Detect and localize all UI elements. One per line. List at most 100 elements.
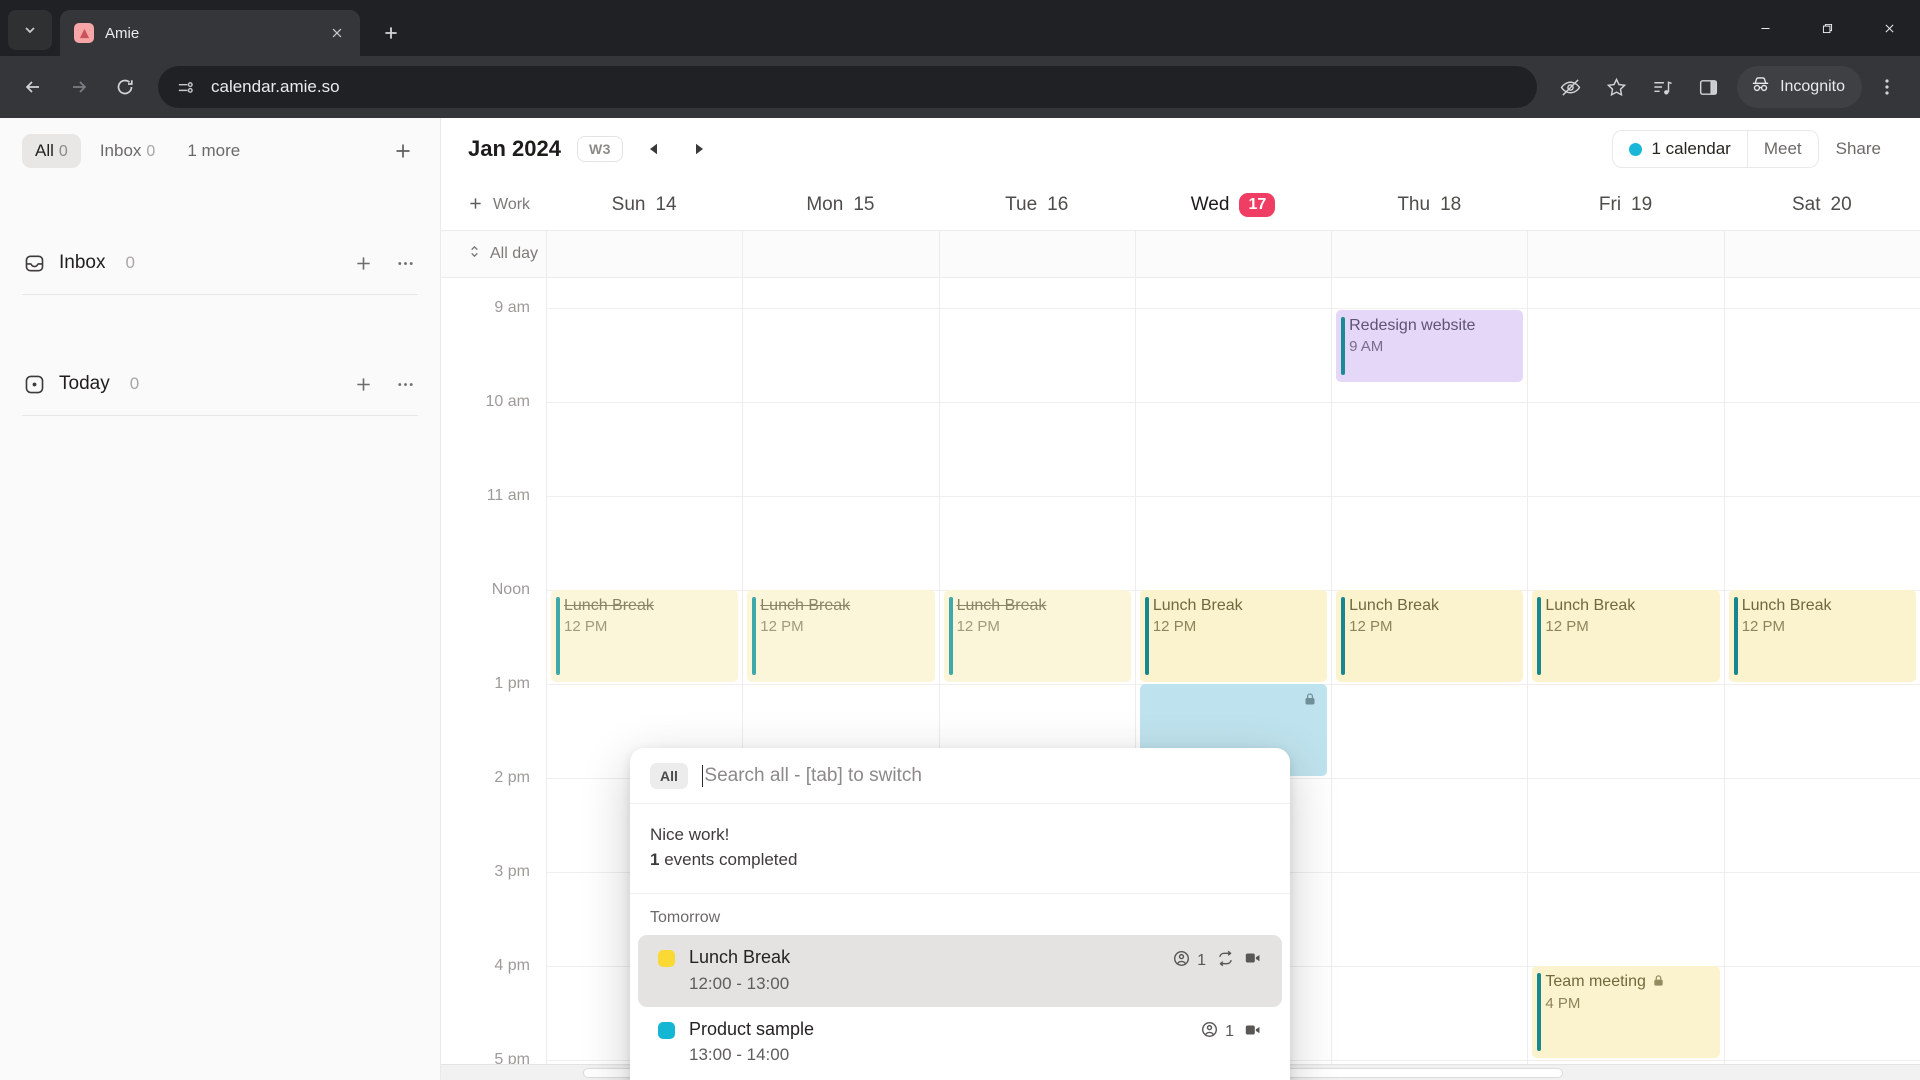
search-input-wrap[interactable]: Search all - [tab] to switch — [701, 764, 1270, 787]
all-day-cell[interactable] — [1527, 231, 1723, 277]
calendar-count-label: 1 calendar — [1651, 139, 1731, 158]
share-button[interactable]: Share — [1819, 131, 1898, 167]
day-header-thu-18[interactable]: Thu 18 — [1331, 180, 1527, 230]
calendar-event[interactable]: Lunch Break 12 PM — [943, 590, 1131, 682]
add-work-event-icon[interactable] — [468, 196, 483, 215]
forward-icon[interactable] — [58, 66, 100, 108]
event-title: Lunch Break — [1545, 597, 1636, 614]
reading-list-icon[interactable] — [1641, 66, 1683, 108]
tracking-protection-icon[interactable] — [1549, 66, 1591, 108]
calendar-event[interactable]: Lunch Break 12 PM — [1728, 590, 1916, 682]
calendar-event-team-meeting[interactable]: Team meeting 4 PM — [1532, 966, 1720, 1058]
day-header-sat-20[interactable]: Sat 20 — [1724, 180, 1920, 230]
sidebar-item-today-actions — [350, 371, 418, 397]
profile-incognito-button[interactable]: Incognito — [1737, 66, 1862, 108]
grid-line — [743, 496, 939, 497]
sidebar-tab-more[interactable]: 1 more — [174, 134, 253, 168]
event-title: Lunch Break — [1349, 597, 1439, 614]
day-header-mon-15[interactable]: Mon 15 — [742, 180, 938, 230]
browser-toolbar: calendar.amie.so Incognito — [0, 56, 1920, 118]
calendar-event[interactable]: Lunch Break 12 PM — [747, 590, 935, 682]
sidebar-add-icon[interactable] — [388, 136, 418, 166]
search-result-lunch-break[interactable]: Lunch Break 12:00 - 13:00 1 — [638, 935, 1282, 1007]
event-color-swatch — [658, 1021, 675, 1039]
day-name: Sat — [1791, 194, 1821, 215]
all-day-cell[interactable] — [938, 231, 1135, 277]
day-header-sun-14[interactable]: Sun 14 — [546, 180, 742, 230]
back-icon[interactable] — [12, 66, 54, 108]
calendar-event[interactable]: Lunch Break 12 PM — [1532, 590, 1720, 682]
result-text: Lunch Break 12:00 - 13:00 — [689, 946, 1159, 993]
sidebar-tab-all-count: 0 — [58, 143, 68, 160]
search-bar[interactable]: All Search all - [tab] to switch — [630, 748, 1290, 804]
event-color-bar — [1341, 597, 1346, 675]
grid-line — [743, 684, 939, 685]
all-day-cell[interactable] — [1331, 231, 1527, 277]
day-header-tue-16[interactable]: Tue 16 — [939, 180, 1135, 230]
sidebar-tab-inbox-label: Inbox — [99, 141, 142, 160]
calendar-event[interactable]: Lunch Break 12 PM — [1336, 590, 1524, 682]
video-camera-icon — [1244, 1021, 1262, 1044]
search-command-modal: All Search all - [tab] to switch Nice wo… — [630, 748, 1290, 1080]
event-color-bar — [1537, 973, 1542, 1051]
day-header-fri-19[interactable]: Fri 19 — [1527, 180, 1723, 230]
day-header-wed-17[interactable]: Wed 17 — [1135, 180, 1331, 230]
event-color-bar — [556, 597, 560, 675]
sidebar-item-inbox[interactable]: Inbox 0 — [22, 232, 418, 294]
all-day-toggle[interactable]: All day — [441, 231, 546, 277]
grid-line — [1332, 1060, 1528, 1061]
work-calendar-toggle[interactable]: Work — [441, 180, 546, 230]
day-column-sat-20[interactable]: Lunch Break 12 PM — [1723, 278, 1920, 1064]
inbox-more-icon[interactable] — [392, 250, 418, 276]
calendar-event[interactable]: Lunch Break 12 PM — [1139, 590, 1328, 682]
reload-icon[interactable] — [104, 66, 146, 108]
all-day-cell[interactable] — [546, 231, 742, 277]
prev-week-button[interactable] — [639, 134, 669, 164]
site-settings-icon[interactable] — [172, 74, 198, 100]
day-number: 19 — [1631, 194, 1653, 215]
all-day-cell[interactable] — [1134, 231, 1331, 277]
event-title: Lunch Break — [760, 597, 851, 614]
today-more-icon[interactable] — [392, 371, 418, 397]
all-day-cell[interactable] — [1723, 231, 1920, 277]
add-to-inbox-icon[interactable] — [350, 250, 376, 276]
next-week-button[interactable] — [685, 134, 715, 164]
sidebar-filter-tabs: All 0 Inbox 0 1 more — [0, 118, 440, 174]
day-header-row: Work Sun 14 Mon 15 Tue 16 Wed 17 Thu 18 … — [441, 180, 1920, 230]
chevron-down-icon[interactable] — [8, 10, 52, 50]
new-tab-button[interactable] — [374, 16, 408, 50]
close-icon[interactable] — [324, 20, 350, 46]
sidebar-tab-all[interactable]: All 0 — [22, 134, 81, 168]
close-window-button[interactable] — [1858, 0, 1920, 56]
meet-button[interactable]: Meet — [1746, 131, 1818, 167]
bookmark-star-icon[interactable] — [1595, 66, 1637, 108]
grid-line — [1332, 402, 1528, 403]
all-day-cell[interactable] — [742, 231, 938, 277]
minimize-button[interactable] — [1734, 0, 1796, 56]
sidebar-item-today[interactable]: Today 0 — [22, 353, 418, 415]
week-number-pill[interactable]: W3 — [576, 136, 623, 162]
side-panel-icon[interactable] — [1687, 66, 1729, 108]
search-input[interactable]: Search all - [tab] to switch — [704, 765, 922, 787]
day-column-thu-18[interactable]: Lunch Break 12 PM Redesign website 9 AM — [1331, 278, 1528, 1064]
sidebar-tab-inbox[interactable]: Inbox 0 — [87, 134, 169, 168]
address-bar[interactable]: calendar.amie.so — [158, 66, 1538, 108]
calendar-event-redesign-website[interactable]: Redesign website 9 AM — [1336, 310, 1524, 382]
day-column-fri-19[interactable]: Lunch Break 12 PM Team meeting 4 PM — [1527, 278, 1724, 1064]
time-label-1-pm: 1 pm — [494, 675, 530, 692]
event-title: Lunch Break — [1741, 597, 1832, 614]
calendar-count-button[interactable]: 1 calendar — [1613, 131, 1746, 167]
grid-line — [1724, 1060, 1920, 1061]
calendar-event[interactable]: Lunch Break 12 PM — [551, 590, 739, 682]
search-scope-pill[interactable]: All — [650, 762, 688, 789]
tab-strip: Amie — [0, 0, 1920, 56]
event-time: 12 PM — [760, 617, 804, 635]
grid-line — [1332, 778, 1528, 779]
browser-tab[interactable]: Amie — [60, 10, 360, 56]
chrome-menu-icon[interactable] — [1866, 66, 1908, 108]
search-result-product-sample[interactable]: Product sample 13:00 - 14:00 1 — [638, 1007, 1282, 1078]
maximize-restore-button[interactable] — [1796, 0, 1858, 56]
attendee-count: 1 — [1225, 1023, 1234, 1041]
add-to-today-icon[interactable] — [350, 371, 376, 397]
